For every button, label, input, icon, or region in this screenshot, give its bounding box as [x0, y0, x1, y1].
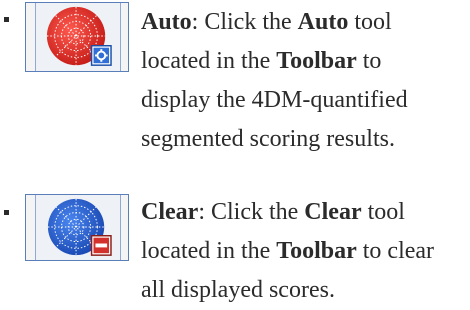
bullet	[4, 17, 9, 22]
clear-text: all displayed scores.	[141, 277, 335, 303]
clear-tool-entry: Clear: Click the Clear tool located in t…	[0, 190, 470, 303]
clear-tool-button[interactable]	[25, 194, 129, 261]
clear-text: tool	[361, 199, 405, 225]
clear-line-3: all displayed scores.	[141, 271, 461, 310]
clear-line-2: located in the Toolbar to clear	[141, 232, 461, 271]
clear-text: located in the	[141, 238, 277, 264]
clear-tool-ref: Clear	[304, 199, 362, 225]
auto-line-1: Auto: Click the Auto tool	[141, 3, 461, 42]
auto-text: to	[356, 48, 382, 74]
auto-tool-entry: Auto: Click the Auto tool located in the…	[0, 0, 470, 175]
clear-line-1: Clear: Click the Clear tool	[141, 193, 461, 232]
auto-line-3: display the 4DM-quantified	[141, 81, 461, 120]
auto-description: Auto: Click the Auto tool located in the…	[141, 3, 461, 159]
auto-tool-ref: Auto	[297, 9, 349, 35]
auto-text: segmented scoring results.	[141, 126, 395, 152]
clear-scores-icon	[47, 198, 112, 256]
clear-text: to clear	[356, 238, 435, 264]
toolbar-ref: Toolbar	[276, 238, 357, 264]
auto-score-icon	[46, 6, 112, 66]
toolbar-ref: Toolbar	[276, 48, 357, 74]
clear-title: Clear	[141, 199, 199, 225]
auto-text: : Click the	[191, 9, 298, 35]
clear-icon-frame	[35, 195, 121, 260]
auto-text: tool	[348, 9, 392, 35]
auto-tool-button[interactable]	[25, 2, 129, 72]
auto-icon-frame	[35, 3, 121, 71]
auto-title: Auto	[141, 9, 192, 35]
clear-description: Clear: Click the Clear tool located in t…	[141, 193, 461, 310]
auto-text: display the 4DM-quantified	[141, 87, 408, 113]
clear-text: : Click the	[198, 199, 305, 225]
auto-line-4: segmented scoring results.	[141, 120, 461, 159]
bullet	[4, 210, 9, 215]
auto-text: located in the	[141, 48, 277, 74]
auto-line-2: located in the Toolbar to	[141, 42, 461, 81]
